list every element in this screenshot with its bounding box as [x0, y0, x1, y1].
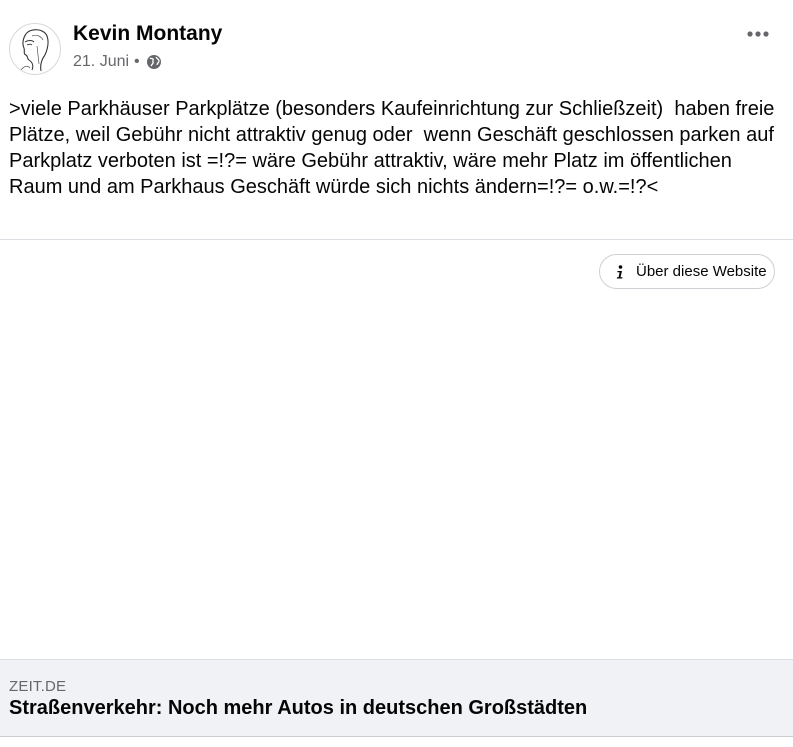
meta-separator: • [134, 53, 140, 70]
author-name[interactable]: Kevin Montany [73, 22, 222, 46]
post-header: Kevin Montany 21. Juni • [0, 0, 793, 90]
post-text: >viele Parkhäuser Parkplätze (besonders … [9, 98, 780, 198]
more-horizontal-icon [747, 31, 769, 37]
globe-icon[interactable] [146, 54, 162, 70]
about-website-button[interactable]: Über diese Website [599, 254, 775, 289]
about-website-label: Über diese Website [636, 263, 767, 280]
avatar-sketch-icon [20, 29, 49, 72]
post-date[interactable]: 21. Juni [73, 53, 129, 71]
link-card[interactable]: ZEIT.DE Straßenverkehr: Noch mehr Autos … [0, 659, 793, 737]
link-preview-image[interactable] [0, 240, 793, 659]
link-domain: ZEIT.DE [9, 678, 67, 695]
post-meta: 21. Juni • [73, 52, 162, 72]
info-icon [613, 264, 627, 280]
more-options-button[interactable] [741, 22, 775, 46]
avatar[interactable] [9, 23, 61, 75]
link-title[interactable]: Straßenverkehr: Noch mehr Autos in deuts… [9, 697, 587, 720]
post-card: Kevin Montany 21. Juni • >viele Parkhäus… [0, 0, 793, 747]
divider [0, 239, 793, 240]
